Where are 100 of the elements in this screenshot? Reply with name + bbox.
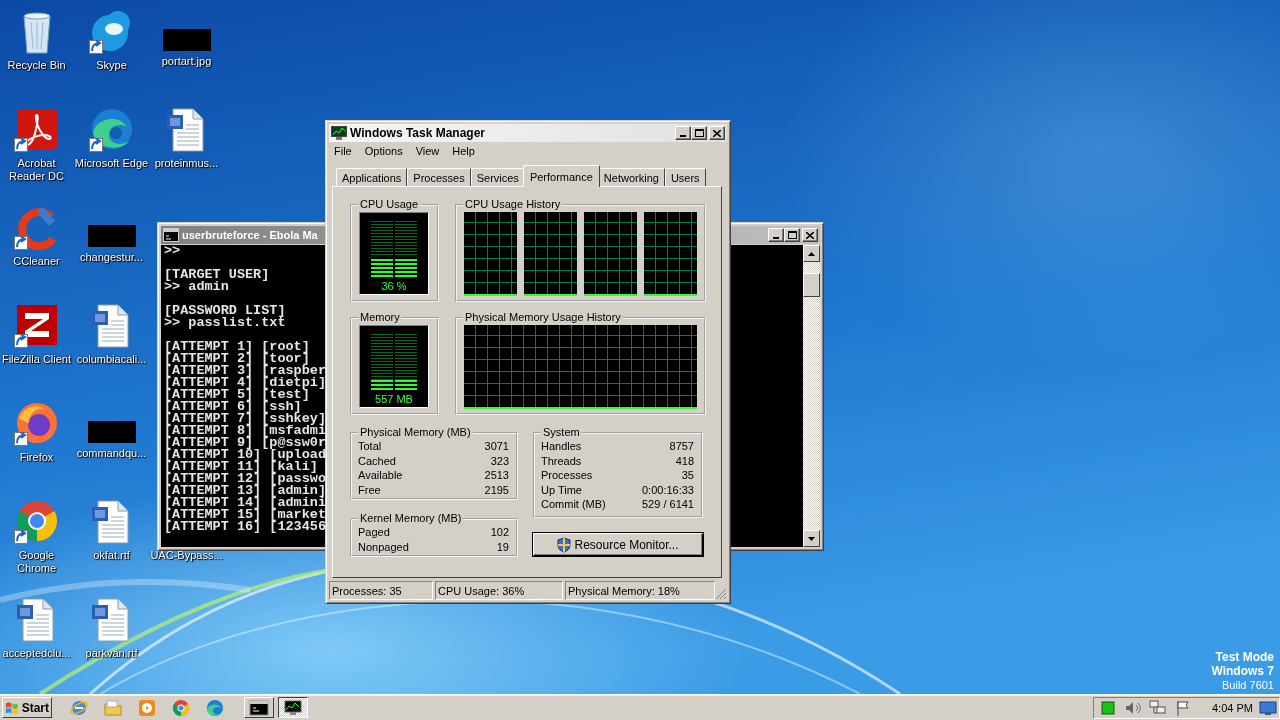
show-desktop-icon[interactable] — [1259, 699, 1277, 716]
console-line: >> — [164, 245, 181, 257]
console-line: [ATTEMPT 7] [sshkey] — [164, 413, 327, 425]
stat-value: 2513 — [484, 468, 509, 483]
console-line: [ATTEMPT 4] [dietpi] — [164, 377, 327, 389]
console-line: [ATTEMPT 9] [p@ssw0r — [164, 437, 327, 449]
close-button[interactable] — [802, 228, 818, 242]
tab[interactable]: Performance — [522, 165, 600, 187]
stat-label: Free — [358, 482, 381, 497]
task-manager-icon — [331, 126, 347, 140]
stat-label: Handles — [541, 439, 582, 454]
console-line: [ATTEMPT 13] [admin] — [164, 485, 327, 497]
window-title: Windows Task Manager — [350, 126, 486, 140]
desktop-icon-label[interactable]: Microsoft Edge — [74, 157, 149, 170]
status-bar-pane: Processes: 35 — [329, 581, 433, 600]
shield-icon — [557, 536, 572, 553]
console-line: [ATTEMPT 6] [ssh] — [164, 401, 302, 413]
desktop-icon-label[interactable]: columbiacali... — [76, 353, 147, 366]
clock[interactable]: 4:04 PM — [1212, 701, 1253, 714]
shortcut-arrow-icon — [13, 236, 28, 250]
stat-value: 8757 — [669, 439, 694, 454]
console-line: [PASSWORD LIST] — [164, 305, 286, 317]
minimize-button[interactable] — [768, 228, 784, 242]
menu-item[interactable]: Help — [449, 145, 481, 157]
console-line: >> admin — [164, 281, 229, 293]
console-line: >> passlist.txt — [164, 317, 286, 329]
task-manager-icon — [283, 697, 303, 718]
menu-item[interactable]: Options — [361, 145, 409, 157]
tab[interactable]: Applications — [336, 168, 408, 186]
group-title: Physical Memory Usage History — [464, 311, 622, 324]
redacted-block — [87, 421, 136, 443]
start-button[interactable]: Start — [2, 697, 52, 718]
scroll-down-button[interactable] — [803, 530, 820, 547]
quick-launch-button[interactable] — [171, 697, 191, 718]
console-line: [ATTEMPT 10] [upload — [164, 449, 327, 461]
group-title: System — [542, 426, 581, 439]
group-title: Memory — [359, 311, 401, 324]
desktop-icon-label[interactable]: commandqu... — [76, 447, 147, 460]
console-line: [ATTEMPT 12] [passwo — [164, 473, 327, 485]
taskbar-button[interactable] — [278, 697, 308, 718]
console-line: [ATTEMPT 8] [msfadmi — [164, 425, 327, 437]
desktop-icon-label[interactable]: Acrobat Reader DC — [0, 157, 74, 183]
resize-grip-icon[interactable] — [715, 588, 727, 600]
start-label: Start — [21, 700, 49, 715]
stat-label: Nonpaged — [358, 539, 409, 554]
stat-label: Available — [358, 468, 403, 483]
meter-reading: 36 % — [381, 280, 407, 292]
desktop-icon-label[interactable]: proteinmus... — [154, 157, 219, 170]
desktop-icon-label[interactable]: changestur... — [80, 251, 143, 264]
group-title: CPU Usage History — [464, 198, 562, 211]
quick-launch-button[interactable] — [205, 697, 225, 718]
shortcut-arrow-icon — [88, 40, 103, 54]
shortcut-arrow-icon — [13, 334, 28, 348]
status-bar-pane: CPU Usage: 36% — [435, 581, 563, 600]
system-watermark-text: Build 7601 — [1222, 678, 1274, 692]
desktop-icon-label[interactable]: portart.jpg — [161, 55, 212, 68]
desktop-icon-label[interactable]: CCleaner — [13, 255, 60, 268]
desktop-icon-label[interactable]: Google Chrome — [0, 549, 74, 575]
console-line: [ATTEMPT 1] [root] — [164, 341, 310, 353]
close-icon — [713, 129, 721, 137]
stat-label: Cached — [358, 453, 396, 468]
tab[interactable]: Services — [470, 168, 525, 186]
menu-item[interactable]: View — [412, 145, 446, 157]
console-line: [ATTEMPT 2] [toor] — [164, 353, 310, 365]
button-label: Resource Monitor... — [574, 537, 679, 552]
tab[interactable]: Processes — [407, 168, 471, 186]
desktop-icon-label[interactable]: Recycle Bin — [7, 59, 66, 72]
minimize-button[interactable] — [675, 126, 691, 140]
scroll-up-button[interactable] — [803, 245, 820, 262]
console-line: [ATTEMPT 15] [market — [164, 509, 327, 521]
stat-label: Threads — [541, 453, 582, 468]
resource-monitor-button[interactable]: Resource Monitor... — [533, 533, 703, 556]
redacted-block — [162, 29, 211, 51]
window-title: userbruteforce - Ebola Ma — [182, 229, 318, 241]
tab[interactable]: Networking — [597, 168, 665, 186]
desktop-icon-label[interactable]: Firefox — [19, 451, 54, 464]
desktop-icon-label[interactable]: Skype — [96, 59, 127, 72]
stat-label: Total — [358, 439, 382, 454]
stat-value: 3071 — [484, 439, 509, 454]
console-icon — [249, 697, 269, 718]
close-button[interactable] — [709, 126, 725, 140]
system-watermark-text: Windows 7 — [1211, 664, 1274, 678]
stat-value: 35 — [681, 468, 694, 483]
stat-value: 418 — [675, 453, 694, 468]
group-title: Kernel Memory (MB) — [359, 512, 463, 525]
browser-icon — [205, 697, 225, 718]
tab[interactable]: Users — [664, 168, 706, 186]
menu-item[interactable]: File — [331, 145, 358, 157]
desktop-icon-label[interactable]: FileZilla Client — [1, 353, 72, 366]
maximize-button[interactable] — [784, 228, 800, 242]
up-arrow-icon — [808, 251, 815, 256]
flag-logo-icon — [5, 700, 20, 715]
maximize-button[interactable] — [691, 126, 707, 140]
maximize-icon — [787, 231, 797, 239]
scroll-thumb[interactable] — [803, 273, 820, 297]
down-arrow-icon — [808, 536, 815, 541]
console-line: [ATTEMPT 14] [admini — [164, 497, 327, 509]
group-title: CPU Usage — [359, 198, 420, 211]
shortcut-arrow-icon — [88, 138, 103, 152]
stat-label: Up Time — [541, 482, 582, 497]
